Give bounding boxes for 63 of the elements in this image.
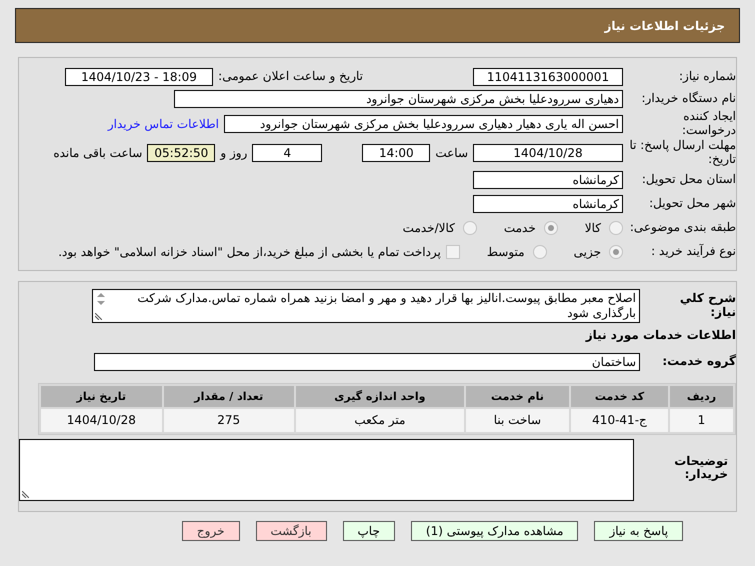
column-header: ردیف bbox=[670, 386, 733, 407]
action-button[interactable]: پاسخ به نیاز bbox=[594, 520, 684, 541]
field-label: مهلت ارسال پاسخ: تا تاریخ: bbox=[628, 138, 736, 166]
field-label: شرح کلي نياز: bbox=[678, 292, 736, 320]
buyer-notes-field[interactable] bbox=[19, 438, 634, 501]
remaining-time-field: 05:52:50 bbox=[147, 144, 216, 162]
table-cell: ج-41-410 bbox=[570, 408, 668, 432]
field-label: شماره نیاز: bbox=[678, 70, 736, 84]
deadline-date-field: 1404/10/28 bbox=[473, 144, 623, 162]
description-field[interactable]: اصلاح معبر مطابق پیوست.انالیز بها قرار دهید و مهر و امضا بزنید همراه شماره تماس.مدارک شرکت بارگذاری شود bbox=[92, 288, 640, 323]
checkbox[interactable] bbox=[446, 244, 460, 259]
field-label: ایجاد کننده درخواست: bbox=[681, 110, 736, 138]
action-button[interactable]: بازگشت bbox=[256, 520, 326, 541]
column-header: تعداد / مقدار bbox=[164, 386, 294, 407]
radio-button[interactable] bbox=[532, 244, 547, 259]
column-header: نام خدمت bbox=[466, 386, 569, 407]
action-button[interactable]: خروج bbox=[182, 520, 240, 541]
page-title: جزئیات اطلاعات نیاز bbox=[604, 18, 725, 32]
table-cell: 1404/10/28 bbox=[41, 408, 162, 432]
radio-button[interactable] bbox=[609, 244, 623, 259]
deadline-time-field: 14:00 bbox=[362, 144, 430, 162]
column-header: کد خدمت bbox=[570, 386, 668, 407]
table-cell: متر مکعب bbox=[296, 408, 464, 432]
service-group-field: ساختمان bbox=[94, 352, 640, 371]
option-label: کالا bbox=[584, 220, 601, 235]
field-label: طبقه بندی موضوعی: bbox=[628, 220, 736, 234]
field-label: شهر محل تحویل: bbox=[648, 196, 736, 210]
days-label: روز و bbox=[220, 146, 248, 160]
table-cell: 275 bbox=[164, 408, 294, 432]
field-label: توضیحات خریدار: bbox=[673, 454, 728, 482]
city-field: کرمانشاه bbox=[473, 194, 623, 213]
option-label: جزیی bbox=[574, 244, 601, 259]
buyer-contact-link[interactable]: اطلاعات تماس خریدار bbox=[108, 116, 219, 131]
field-label: استان محل تحویل: bbox=[640, 172, 736, 186]
payment-note: پرداخت تمام یا بخشی از مبلغ خرید،از محل "اسناد خزانه اسلامی" خواهد بود. bbox=[58, 244, 441, 259]
action-button[interactable]: مشاهده مدارک پیوستی (1) bbox=[410, 520, 578, 541]
requester-field: احسن اله یاری دهیار دهیاری سررودعلیا بخش مرکزی شهرستان جوانرود bbox=[224, 114, 623, 133]
resize-grip-icon bbox=[22, 490, 29, 498]
scroll-arrows-icon bbox=[95, 292, 107, 306]
option-label: کالا/خدمت bbox=[402, 220, 455, 235]
field-label: نوع فرآیند خرید : bbox=[650, 244, 736, 258]
field-label: گروه خدمت: bbox=[661, 354, 736, 368]
option-label: متوسط bbox=[486, 244, 525, 259]
province-field: کرمانشاه bbox=[473, 170, 623, 189]
action-button[interactable]: چاپ bbox=[342, 520, 395, 541]
buyer-org-field: دهیاری سررودعلیا بخش مرکزی شهرستان جوانرود bbox=[174, 90, 623, 108]
column-header: واحد اندازه گیری bbox=[296, 386, 464, 407]
column-header: تاریخ نیاز bbox=[41, 386, 162, 407]
resize-grip-icon bbox=[95, 312, 102, 320]
table-cell: ساخت بنا bbox=[466, 408, 569, 432]
radio-button[interactable] bbox=[609, 220, 623, 235]
radio-button[interactable] bbox=[544, 220, 558, 235]
remaining-label: ساعت باقی مانده bbox=[53, 146, 142, 160]
field-label: نام دستگاه خریدار: bbox=[640, 92, 736, 106]
time-label: ساعت bbox=[435, 146, 468, 160]
section-title: اطلاعات خدمات مورد نیاز bbox=[584, 328, 736, 342]
table-cell: 1 bbox=[670, 408, 733, 432]
option-label: خدمت bbox=[504, 220, 536, 235]
radio-button[interactable] bbox=[462, 220, 477, 235]
announce-date-field: 1404/10/23 - 18:09 bbox=[65, 68, 213, 86]
field-label: تاریخ و ساعت اعلان عمومی: bbox=[218, 70, 363, 84]
days-field: 4 bbox=[252, 144, 322, 162]
need-number-field: 1104113163000001 bbox=[473, 68, 623, 86]
